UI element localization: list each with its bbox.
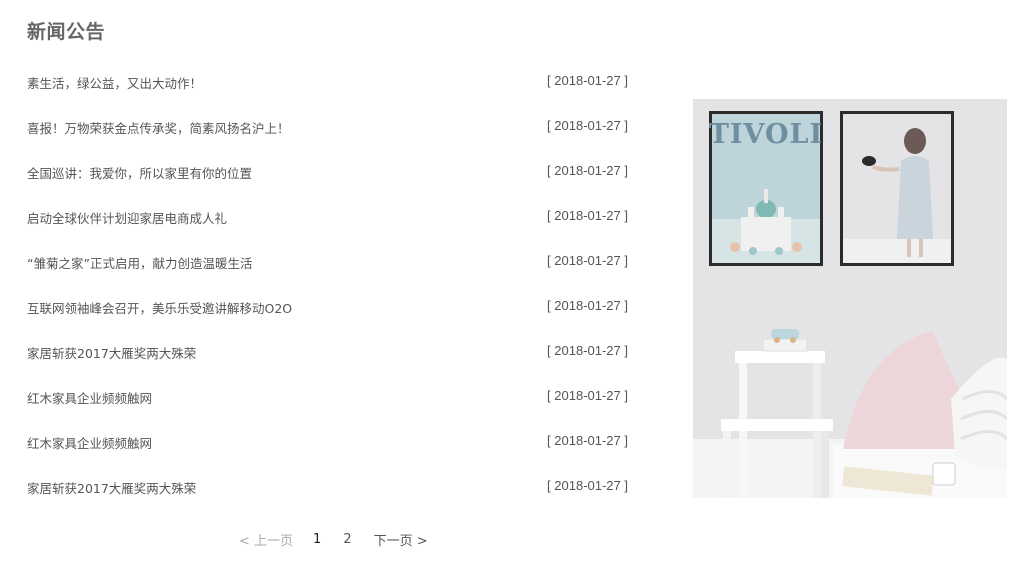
news-date: [ 2018-01-27 ] — [547, 163, 628, 178]
news-date: [ 2018-01-27 ] — [547, 388, 628, 403]
pagination: < 上一页 1 2 下一页 > — [239, 530, 428, 549]
news-date: [ 2018-01-27 ] — [547, 208, 628, 223]
page-link-1[interactable]: 1 — [313, 532, 321, 547]
tivoli-poster: TIVOLI — [709, 111, 823, 266]
news-title[interactable]: 全国巡讲：我爱你，所以家里有你的位置 — [27, 163, 252, 182]
news-title[interactable]: 互联网领袖峰会召开，美乐乐受邀讲解移动O2O — [27, 298, 292, 317]
poster-text: TIVOLI — [709, 119, 823, 150]
news-item[interactable]: 喜报！万物荣获金点传承奖，简素风扬名沪上！ [ 2018-01-27 ] — [27, 105, 630, 150]
news-item[interactable]: 红木家具企业频频触网 [ 2018-01-27 ] — [27, 375, 630, 420]
page-link-2[interactable]: 2 — [343, 532, 351, 547]
news-date: [ 2018-01-27 ] — [547, 298, 628, 313]
news-title[interactable]: 喜报！万物荣获金点传承奖，简素风扬名沪上！ — [27, 118, 290, 137]
news-date: [ 2018-01-27 ] — [547, 73, 628, 88]
news-feature-photo: TIVOLI — [693, 99, 1007, 498]
next-page-link[interactable]: 下一页 > — [374, 530, 428, 549]
news-item[interactable]: 互联网领袖峰会召开，美乐乐受邀讲解移动O2O [ 2018-01-27 ] — [27, 285, 630, 330]
news-title[interactable]: “雏菊之家”正式启用，献力创造温暖生活 — [27, 253, 252, 272]
news-item[interactable]: 家居斩获2017大雁奖两大殊荣 [ 2018-01-27 ] — [27, 330, 630, 375]
news-title[interactable]: 家居斩获2017大雁奖两大殊荣 — [27, 343, 196, 362]
news-item[interactable]: 全国巡讲：我爱你，所以家里有你的位置 [ 2018-01-27 ] — [27, 150, 630, 195]
prev-page-link[interactable]: < 上一页 — [239, 530, 293, 549]
girl-bird-poster — [840, 111, 954, 266]
news-date: [ 2018-01-27 ] — [547, 478, 628, 493]
news-date: [ 2018-01-27 ] — [547, 253, 628, 268]
news-item[interactable]: 素生活，绿公益，又出大动作！ [ 2018-01-27 ] — [27, 60, 630, 105]
news-item[interactable]: 启动全球伙伴计划迎家居电商成人礼 [ 2018-01-27 ] — [27, 195, 630, 240]
news-date: [ 2018-01-27 ] — [547, 118, 628, 133]
news-item[interactable]: 家居斩获2017大雁奖两大殊荣 [ 2018-01-27 ] — [27, 465, 630, 510]
news-item[interactable]: 红木家具企业频频触网 [ 2018-01-27 ] — [27, 420, 630, 465]
section-title: 新闻公告 — [27, 21, 106, 43]
news-title[interactable]: 启动全球伙伴计划迎家居电商成人礼 — [27, 208, 227, 227]
news-list: 素生活，绿公益，又出大动作！ [ 2018-01-27 ] 喜报！万物荣获金点传… — [27, 60, 630, 510]
news-item[interactable]: “雏菊之家”正式启用，献力创造温暖生活 [ 2018-01-27 ] — [27, 240, 630, 285]
news-title[interactable]: 红木家具企业频频触网 — [27, 388, 152, 407]
news-title[interactable]: 家居斩获2017大雁奖两大殊荣 — [27, 478, 196, 497]
news-title[interactable]: 素生活，绿公益，又出大动作！ — [27, 73, 202, 92]
news-date: [ 2018-01-27 ] — [547, 343, 628, 358]
news-title[interactable]: 红木家具企业频频触网 — [27, 433, 152, 452]
news-date: [ 2018-01-27 ] — [547, 433, 628, 448]
